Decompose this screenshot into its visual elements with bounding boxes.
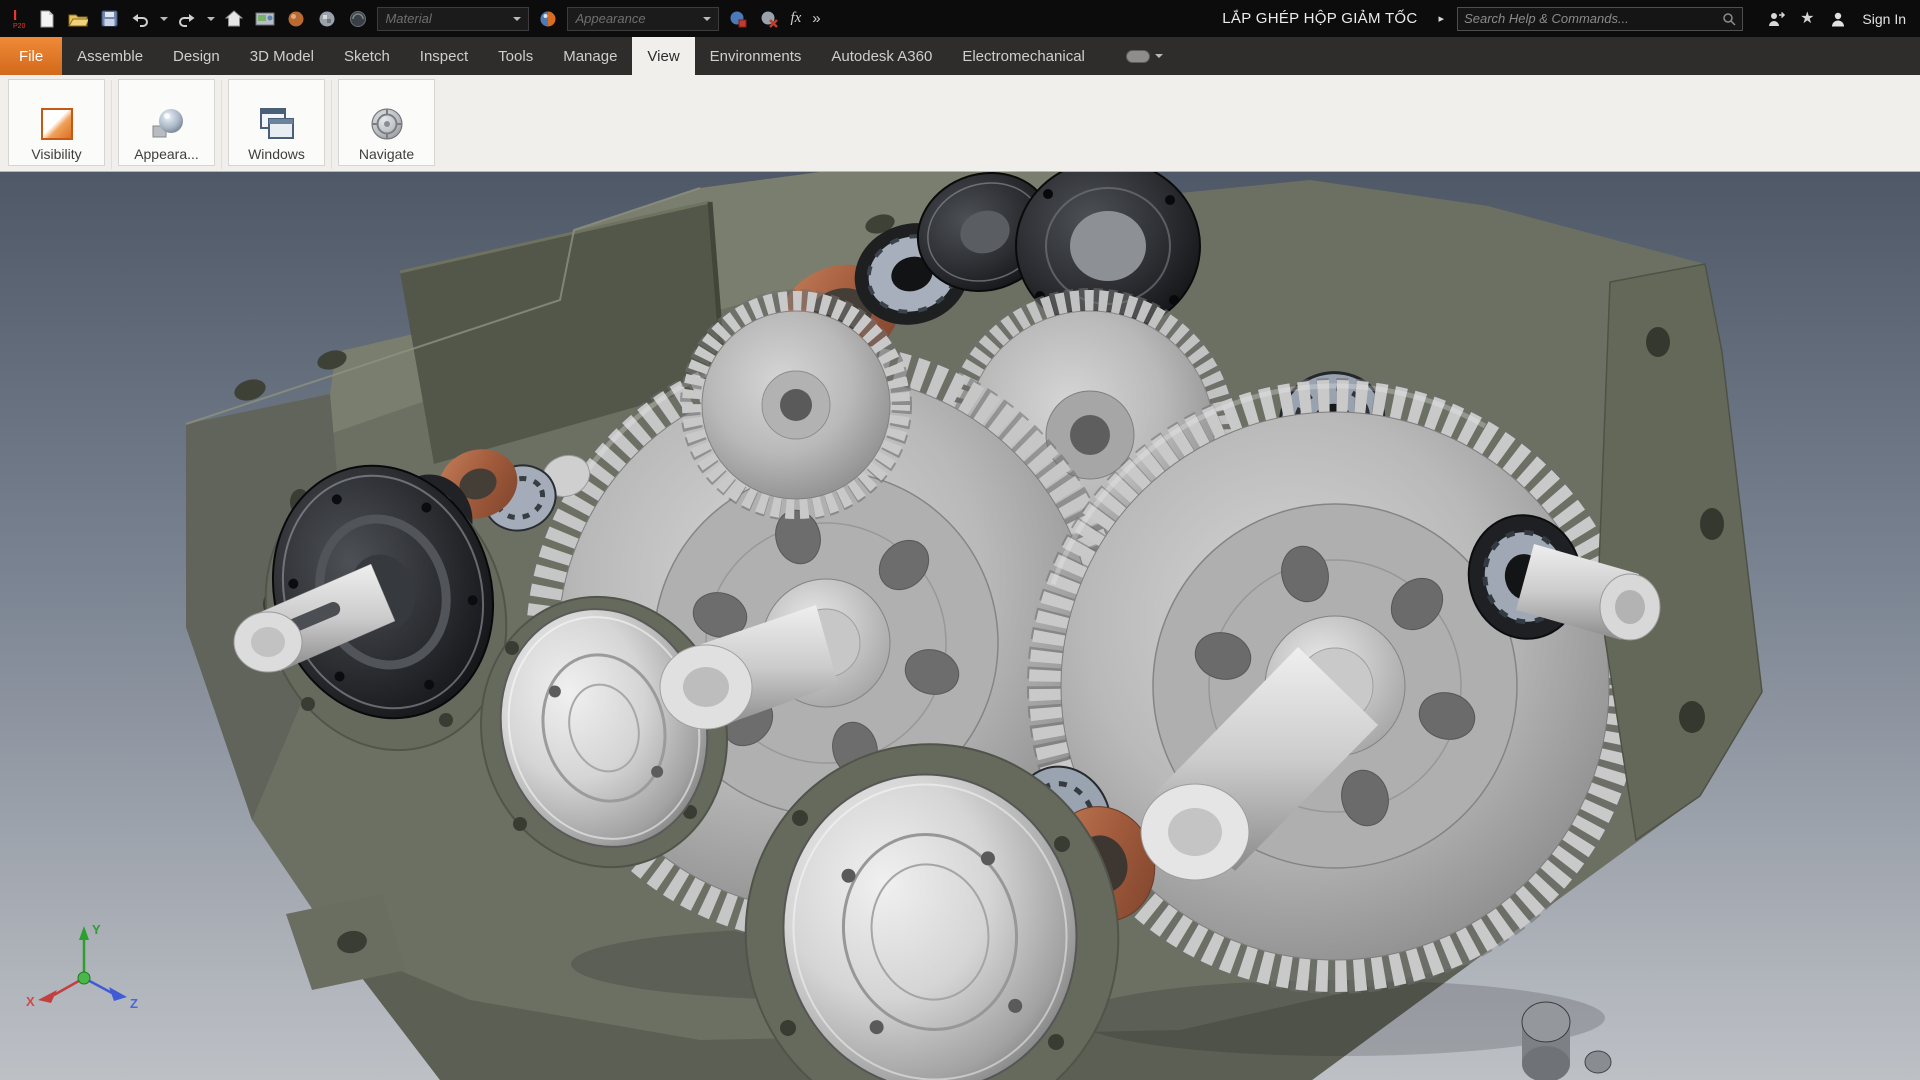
texture-ball-icon[interactable] xyxy=(315,7,339,31)
appearance-dropdown[interactable]: Appearance xyxy=(567,6,720,31)
undo-dropdown-caret-icon[interactable] xyxy=(160,16,169,21)
user-export-icon[interactable] xyxy=(1764,7,1788,31)
image-capture-icon[interactable] xyxy=(253,7,277,31)
help-search-box[interactable] xyxy=(1457,6,1744,31)
panel-separator xyxy=(221,80,222,169)
save-icon[interactable] xyxy=(97,7,121,31)
redo-dropdown-caret-icon[interactable] xyxy=(207,16,216,21)
visibility-icon xyxy=(40,108,73,140)
inventor-logo-sub: P20 xyxy=(13,22,26,30)
appearance-dropdown-caret-icon xyxy=(703,16,712,21)
windows-button[interactable]: Windows xyxy=(228,79,325,166)
triad-x-label: X xyxy=(26,994,35,1009)
panel-separator xyxy=(331,80,332,169)
tab-manage[interactable]: Manage xyxy=(548,37,632,75)
viewport-canvas[interactable]: X Z Y xyxy=(0,172,1920,1080)
search-input[interactable] xyxy=(1464,11,1723,26)
tab-environments[interactable]: Environments xyxy=(695,37,817,75)
windows-icon xyxy=(259,108,294,139)
tab-design[interactable]: Design xyxy=(158,37,235,75)
search-icon xyxy=(1723,12,1736,26)
clear-appearance-icon[interactable] xyxy=(757,7,781,31)
new-document-icon[interactable] xyxy=(35,7,59,31)
triad-z-label: Z xyxy=(130,996,138,1011)
navigate-button[interactable]: Navigate xyxy=(338,79,435,166)
panel-separator xyxy=(111,80,112,169)
navigate-icon xyxy=(371,108,402,140)
material-ball-icon[interactable] xyxy=(284,7,308,31)
triad-y-label: Y xyxy=(92,922,101,937)
parameters-fx-icon[interactable]: fx xyxy=(788,10,803,27)
appearance-icon xyxy=(152,109,183,138)
tab-electromechanical[interactable]: Electromechanical xyxy=(947,37,1100,75)
tab-autodesk-a360[interactable]: Autodesk A360 xyxy=(816,37,947,75)
material-dropdown[interactable]: Material xyxy=(377,6,530,31)
shaded-sphere-icon[interactable] xyxy=(346,7,370,31)
windows-button-label: Windows xyxy=(248,146,305,162)
display-mode-control[interactable] xyxy=(1125,37,1163,75)
tab-view[interactable]: View xyxy=(632,37,695,75)
title-expand-arrow-icon[interactable]: ▸ xyxy=(1439,12,1445,25)
home-icon[interactable] xyxy=(222,7,246,31)
appearance-button[interactable]: Appeara... xyxy=(118,79,215,166)
undo-icon[interactable] xyxy=(128,7,152,31)
navigate-button-label: Navigate xyxy=(358,146,415,162)
tab-sketch[interactable]: Sketch xyxy=(329,37,405,75)
tab-inspect[interactable]: Inspect xyxy=(405,37,483,75)
inventor-logo-letter: I xyxy=(13,6,18,24)
document-title: LẮP GHÉP HỘP GIẢM TỐC xyxy=(1222,10,1418,27)
favorites-star-icon[interactable]: ★ xyxy=(1800,10,1814,27)
appearance-button-label: Appeara... xyxy=(134,146,199,162)
user-icon[interactable] xyxy=(1826,7,1850,31)
tab-assemble[interactable]: Assemble xyxy=(62,37,158,75)
tab-file[interactable]: File xyxy=(0,37,63,75)
appearance-dropdown-value: Appearance xyxy=(575,11,646,26)
display-mode-icon xyxy=(1125,49,1150,63)
material-assign-icon[interactable] xyxy=(726,7,750,31)
tab-3d-model[interactable]: 3D Model xyxy=(235,37,329,75)
visibility-button[interactable]: Visibility xyxy=(8,79,105,166)
viewport-3d[interactable]: X Z Y xyxy=(0,172,1920,1080)
display-mode-caret-icon xyxy=(1154,54,1163,58)
visibility-button-label: Visibility xyxy=(31,146,82,162)
toolbar-overflow-icon[interactable]: » xyxy=(810,10,822,27)
titlebar-right-cluster: ★ Sign In xyxy=(1764,7,1906,31)
tab-tools[interactable]: Tools xyxy=(483,37,548,75)
open-folder-icon[interactable] xyxy=(66,7,90,31)
ribbon-tabbar: File Assemble Design 3D Model Sketch Ins… xyxy=(0,37,1920,75)
redo-icon[interactable] xyxy=(175,7,199,31)
material-dropdown-caret-icon xyxy=(513,16,522,21)
appearance-ball-icon[interactable] xyxy=(536,7,560,31)
inventor-app-window: I P20 Material Appearance fx » LẮP GHÉP … xyxy=(0,0,1920,1080)
inventor-logo-icon[interactable]: I P20 xyxy=(10,7,28,31)
ribbon-panel-view: Visibility Appeara... Windows Navigate xyxy=(0,75,1920,172)
material-dropdown-value: Material xyxy=(385,11,432,26)
titlebar: I P20 Material Appearance fx » LẮP GHÉP … xyxy=(0,0,1920,37)
sign-in-button[interactable]: Sign In xyxy=(1862,11,1906,27)
